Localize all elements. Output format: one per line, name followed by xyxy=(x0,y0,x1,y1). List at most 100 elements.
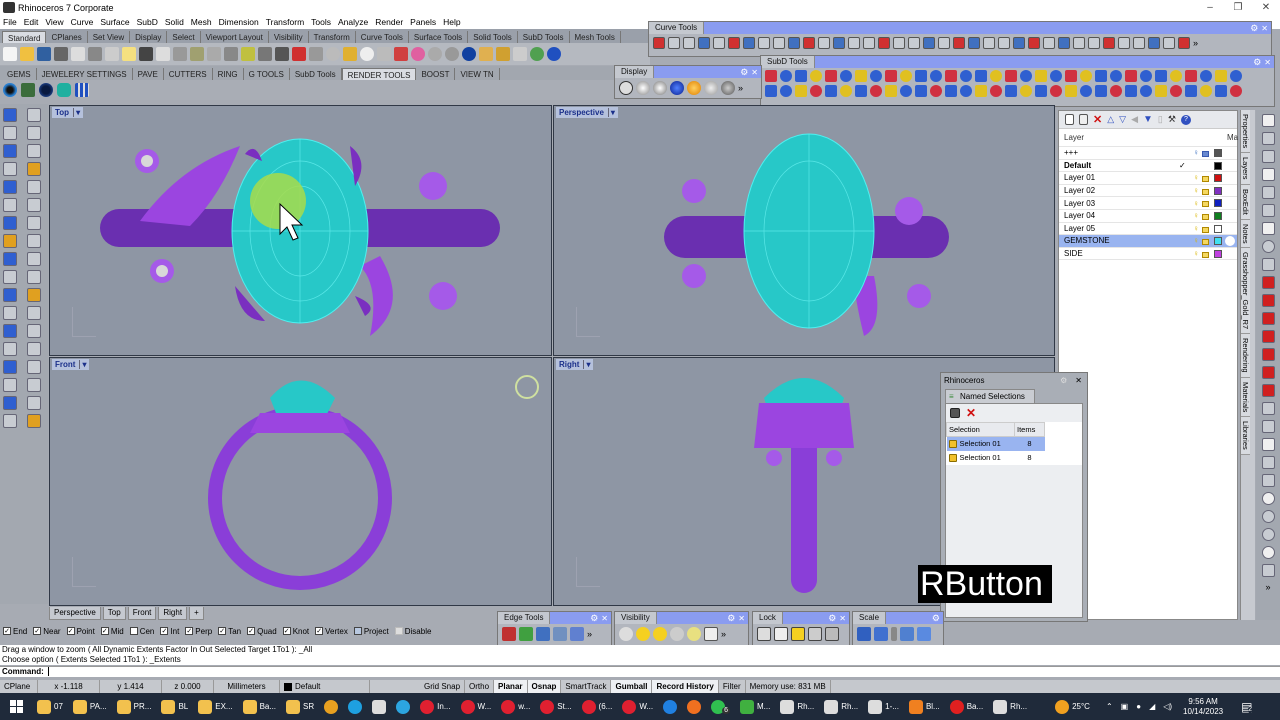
curve-tool-icon[interactable] xyxy=(1013,37,1025,49)
tab-surface-tools[interactable]: Surface Tools xyxy=(409,31,469,43)
checkbox[interactable]: ✓ xyxy=(218,627,227,635)
subd-tool-icon[interactable] xyxy=(780,85,792,97)
close-icon[interactable]: ✕ xyxy=(738,614,745,623)
polygon-icon[interactable] xyxy=(3,180,17,194)
restore-view-icon[interactable] xyxy=(1261,438,1275,451)
subd-tool-icon[interactable] xyxy=(1005,70,1017,82)
gear-icon[interactable]: ⚙ xyxy=(590,613,598,624)
taskbar-app[interactable]: 1-... xyxy=(863,693,904,720)
overflow-icon[interactable]: » xyxy=(721,629,726,639)
menu-transform[interactable]: Transform xyxy=(266,17,304,27)
open-view-icon[interactable] xyxy=(1261,474,1275,487)
lock-icon[interactable] xyxy=(757,627,771,641)
light-bulb-icon[interactable]: ♀ xyxy=(1193,236,1199,245)
check-icon[interactable] xyxy=(27,396,41,410)
curve-tool-icon[interactable] xyxy=(1103,37,1115,49)
move-down-icon[interactable]: ▽ xyxy=(1119,114,1126,125)
car-side-icon[interactable] xyxy=(1261,294,1275,307)
tab-subd-tools[interactable]: SubD Tools xyxy=(518,31,570,43)
toggle-filter[interactable]: Filter xyxy=(719,680,746,693)
light-bulb-icon[interactable]: ♀ xyxy=(1193,173,1199,182)
curve-tool-icon[interactable] xyxy=(923,37,935,49)
shaded-sphere-icon[interactable] xyxy=(428,47,442,61)
car-red-icon[interactable] xyxy=(1261,276,1275,289)
layer-tools-icon[interactable]: ⚒ xyxy=(1168,114,1176,125)
subd-tool-icon[interactable] xyxy=(945,85,957,97)
xray-icon[interactable] xyxy=(704,81,718,95)
taskbar-app[interactable] xyxy=(682,693,706,720)
loft-icon[interactable] xyxy=(27,234,41,248)
curve-tool-icon[interactable] xyxy=(1148,37,1160,49)
taskbar-app[interactable]: 07 xyxy=(32,693,68,720)
lock-swap-icon[interactable] xyxy=(808,627,822,641)
display-title-bar[interactable]: Display ⚙ ✕ xyxy=(615,66,761,78)
taskbar-app[interactable]: EX... xyxy=(193,693,237,720)
import-icon[interactable] xyxy=(71,47,85,61)
grid-icon[interactable] xyxy=(3,378,17,392)
side-tab-layers[interactable]: Layers xyxy=(1241,153,1250,185)
tab-mesh-tools[interactable]: Mesh Tools xyxy=(570,31,621,43)
gear-icon[interactable]: ⚙ xyxy=(932,613,940,624)
checkbox[interactable] xyxy=(129,627,138,635)
osnap-cen[interactable]: Cen xyxy=(129,627,154,636)
layer-row[interactable]: +++ ♀ xyxy=(1059,147,1237,160)
viewport-right-label[interactable]: Right ▾ xyxy=(556,359,594,370)
light-bulb-icon[interactable]: ♀ xyxy=(1193,199,1199,208)
menu-subd[interactable]: SubD xyxy=(137,17,158,27)
car-icon[interactable] xyxy=(292,47,306,61)
lock-icon[interactable] xyxy=(1202,213,1209,220)
taskbar-app[interactable]: SR xyxy=(281,693,319,720)
taskbar-app[interactable]: Rh... xyxy=(819,693,863,720)
plugin-tab-render-tools[interactable]: RENDER TOOLS xyxy=(341,68,417,80)
layer-color-swatch[interactable] xyxy=(1214,224,1222,233)
rectangle-icon[interactable] xyxy=(27,162,41,176)
cylinder-icon[interactable] xyxy=(3,234,17,248)
side-tab-boxedit[interactable]: BoxEdit xyxy=(1241,184,1250,220)
save-icon[interactable] xyxy=(950,408,960,418)
layer-icon[interactable] xyxy=(394,47,408,61)
subd-tool-icon[interactable] xyxy=(795,85,807,97)
zoom-icon[interactable] xyxy=(190,47,204,61)
layer-color-swatch[interactable] xyxy=(1214,161,1222,170)
scale-by-plane-icon[interactable] xyxy=(917,627,931,641)
chamfer-edge-icon[interactable] xyxy=(519,627,533,641)
sphere-icon[interactable] xyxy=(1261,492,1275,505)
subd-tool-icon[interactable] xyxy=(810,85,822,97)
overflow-icon[interactable]: » xyxy=(1265,582,1270,592)
overflow-icon[interactable]: » xyxy=(738,83,743,93)
subd-tool-icon[interactable] xyxy=(1005,85,1017,97)
taskbar-app[interactable]: W... xyxy=(617,693,658,720)
subd-tools-title-bar[interactable]: SubD Tools ⚙ ✕ xyxy=(761,56,1274,68)
taskbar-app[interactable] xyxy=(367,693,391,720)
taskbar-app[interactable]: W... xyxy=(456,693,497,720)
layer-color-swatch[interactable] xyxy=(1214,174,1222,183)
gear-icon[interactable]: ⚙ xyxy=(1253,57,1261,68)
light-bulb-icon[interactable]: ♀ xyxy=(1193,224,1199,233)
named-selection-row[interactable]: Selection 01 8 xyxy=(946,436,1082,451)
rebuild-icon[interactable] xyxy=(27,306,41,320)
notifications-button[interactable]: ▤ 2 xyxy=(1241,700,1252,714)
pin-icon[interactable] xyxy=(1261,564,1275,577)
checkbox[interactable]: ✓ xyxy=(160,627,169,635)
delete-icon[interactable]: ✕ xyxy=(966,406,976,420)
plugin-tab-g-tools[interactable]: G TOOLS xyxy=(244,68,290,80)
taskbar-app[interactable]: PA... xyxy=(68,693,112,720)
undo-icon[interactable] xyxy=(139,47,153,61)
subd-tool-icon[interactable] xyxy=(1215,70,1227,82)
filter-icon[interactable]: ▼ xyxy=(1143,114,1153,125)
edge-settings-icon[interactable] xyxy=(570,627,584,641)
zoom-selected-icon[interactable] xyxy=(1261,204,1275,217)
subd-tool-icon[interactable] xyxy=(915,70,927,82)
subd-tool-icon[interactable] xyxy=(1185,85,1197,97)
menu-render[interactable]: Render xyxy=(375,17,403,27)
osnap-mid[interactable]: ✓ Mid xyxy=(100,627,124,636)
subd-tool-icon[interactable] xyxy=(1125,85,1137,97)
show-bulb-icon[interactable] xyxy=(636,627,650,641)
osnap-point[interactable]: ✓ Point xyxy=(66,627,95,636)
subd-tool-icon[interactable] xyxy=(915,85,927,97)
delete-layer-icon[interactable]: ✕ xyxy=(1093,113,1102,126)
subd-tool-icon[interactable] xyxy=(900,70,912,82)
group-icon[interactable] xyxy=(3,288,17,302)
gear-icon[interactable]: ⚙ xyxy=(727,613,735,624)
layer-color-swatch[interactable] xyxy=(1214,149,1222,157)
